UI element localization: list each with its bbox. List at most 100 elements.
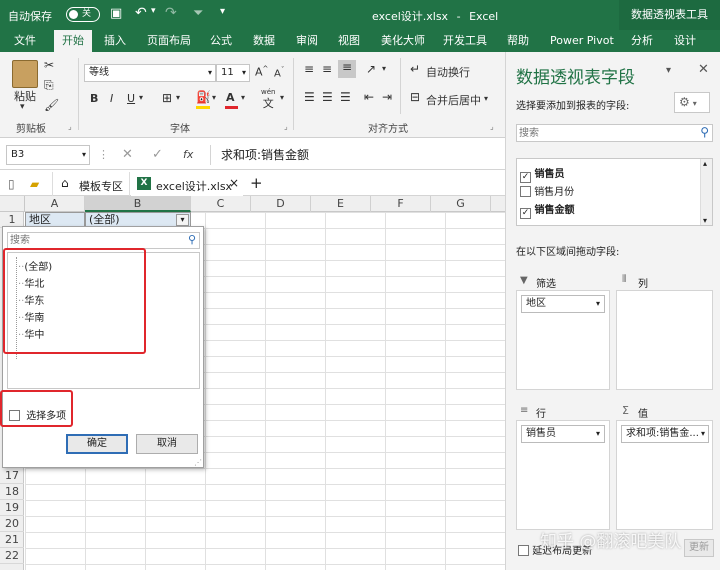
align-right-icon[interactable]: ☰ <box>340 90 351 104</box>
tab-view[interactable]: 视图 <box>338 30 360 52</box>
borders-dropdown-icon[interactable]: ▾ <box>176 93 180 102</box>
tab-data[interactable]: 数据 <box>253 30 275 52</box>
pane-options-dropdown-icon[interactable]: ▾ <box>666 65 671 76</box>
filter-drop-area[interactable]: 地区 ▾ <box>516 290 610 390</box>
pane-search-box[interactable]: ⚲ <box>516 124 713 142</box>
paste-button[interactable]: 粘贴 <box>14 88 36 104</box>
row-header[interactable]: 20 <box>0 516 24 532</box>
columns-drop-area[interactable] <box>616 290 713 390</box>
clipboard-launcher-icon[interactable]: ⌟ <box>68 122 72 131</box>
tab-power-pivot[interactable]: Power Pivot <box>550 30 614 52</box>
fill-color-dropdown-icon[interactable]: ▾ <box>212 93 216 102</box>
column-header[interactable]: C <box>191 196 251 212</box>
row-field-chip[interactable]: 销售员 ▾ <box>521 425 605 443</box>
tab-page-layout[interactable]: 页面布局 <box>147 30 191 52</box>
undo-icon[interactable]: ↶ <box>135 5 147 21</box>
merge-center-button[interactable]: 合并后居中 <box>426 92 481 108</box>
font-size-select[interactable]: 11 ▾ <box>216 64 250 82</box>
tab-beautify[interactable]: 美化大师 <box>381 30 425 52</box>
decrease-font-icon[interactable]: Aˇ <box>274 66 284 79</box>
wrap-text-button[interactable]: 自动换行 <box>426 64 470 80</box>
increase-indent-icon[interactable]: ⇥ <box>382 90 392 104</box>
filter-field-chip[interactable]: 地区 ▾ <box>521 295 605 313</box>
tab-developer[interactable]: 开发工具 <box>443 30 487 52</box>
phonetic-dropdown-icon[interactable]: ▾ <box>280 93 284 102</box>
cancel-entry-icon[interactable]: ✕ <box>122 147 133 162</box>
undo-dropdown-icon[interactable]: ▾ <box>151 6 156 16</box>
folder-icon[interactable]: ▰ <box>30 177 39 191</box>
field-checkbox[interactable]: ✓ <box>520 172 531 183</box>
pane-search-input[interactable] <box>519 127 689 140</box>
fill-color-icon[interactable]: ⛽ <box>196 90 211 104</box>
field-item[interactable]: ✓ 销售员 <box>520 165 564 183</box>
underline-icon[interactable]: U <box>127 92 135 105</box>
select-all-corner[interactable] <box>0 196 25 212</box>
tab-excel-file[interactable]: X excel设计.xlsx × <box>131 172 243 196</box>
increase-font-icon[interactable]: A^ <box>255 65 268 79</box>
column-header[interactable]: F <box>371 196 431 212</box>
field-checkbox[interactable]: ✓ <box>520 208 531 219</box>
add-tab-icon[interactable]: + <box>250 174 263 192</box>
tab-template-zone[interactable]: ⌂ 模板专区 <box>52 172 130 196</box>
formula-options-icon[interactable]: ⋮ <box>98 148 109 161</box>
column-header[interactable]: B <box>85 196 191 212</box>
field-item[interactable]: 销售月份 <box>520 183 574 198</box>
autosave-toggle[interactable]: 关 <box>66 7 100 22</box>
save-icon[interactable]: ▣ <box>110 6 122 21</box>
font-launcher-icon[interactable]: ⌟ <box>284 122 288 131</box>
column-header[interactable]: A <box>25 196 85 212</box>
font-color-icon[interactable]: A <box>226 91 235 104</box>
font-color-dropdown-icon[interactable]: ▾ <box>241 93 245 102</box>
resize-grip-icon[interactable]: ⋰ <box>194 458 202 467</box>
underline-dropdown-icon[interactable]: ▾ <box>139 93 143 102</box>
align-bottom-icon[interactable]: ≡ <box>338 60 356 78</box>
decrease-indent-icon[interactable]: ⇤ <box>364 90 374 104</box>
popup-search-box[interactable]: ⚲ <box>7 232 200 249</box>
row-header[interactable]: 19 <box>0 500 24 516</box>
tab-analyze[interactable]: 分析 <box>631 30 653 52</box>
font-name-select[interactable]: 等线 ▾ <box>84 64 216 82</box>
align-top-icon[interactable]: ≡ <box>304 62 314 76</box>
defer-update-checkbox[interactable] <box>518 545 529 556</box>
row-header[interactable]: 18 <box>0 484 24 500</box>
tab-insert[interactable]: 插入 <box>104 30 126 52</box>
scroll-up-icon[interactable]: ▴ <box>703 159 707 168</box>
copy-icon[interactable]: ⎘ <box>44 78 54 93</box>
field-item[interactable]: ✓ 销售金额 <box>520 201 574 219</box>
align-left-icon[interactable]: ☰ <box>304 90 315 104</box>
row-header[interactable]: 22 <box>0 548 24 564</box>
tab-help[interactable]: 帮助 <box>507 30 529 52</box>
format-painter-icon[interactable]: 🖌 <box>44 98 59 112</box>
align-middle-icon[interactable]: ≡ <box>322 62 332 76</box>
close-icon[interactable]: × <box>229 176 239 190</box>
customize-qat-icon[interactable]: ▾ <box>220 6 225 17</box>
italic-icon[interactable]: I <box>110 92 113 105</box>
column-header[interactable]: G <box>431 196 491 212</box>
tab-review[interactable]: 审阅 <box>296 30 318 52</box>
redo-icon[interactable]: ↷ <box>165 5 177 21</box>
value-field-chip[interactable]: 求和项:销售金... ▾ <box>621 425 709 443</box>
orientation-icon[interactable]: ↗ <box>366 62 376 76</box>
confirm-entry-icon[interactable]: ✓ <box>152 147 163 162</box>
scroll-down-icon[interactable]: ▾ <box>703 216 707 225</box>
field-list-scrollbar[interactable]: ▴ ▾ <box>700 159 712 225</box>
values-drop-area[interactable]: 求和项:销售金... ▾ <box>616 420 713 530</box>
filter-dropdown-icon[interactable]: ▾ <box>176 214 189 226</box>
bold-icon[interactable]: B <box>90 92 98 105</box>
merge-dropdown-icon[interactable]: ▾ <box>484 94 488 103</box>
tab-home[interactable]: 开始 <box>54 30 92 52</box>
insert-function-icon[interactable]: fx <box>183 148 193 161</box>
name-box[interactable]: B3 ▾ <box>6 145 90 165</box>
paste-dropdown-icon[interactable]: ▾ <box>20 102 25 112</box>
alignment-launcher-icon[interactable]: ⌟ <box>490 122 494 131</box>
column-header[interactable]: D <box>251 196 311 212</box>
popup-search-input[interactable] <box>10 234 180 247</box>
filter-icon[interactable]: ⏷ <box>193 6 203 21</box>
cut-icon[interactable]: ✂ <box>44 58 54 72</box>
phonetic-icon[interactable]: wén 文 <box>261 85 275 109</box>
new-doc-icon[interactable]: ▯ <box>8 177 15 191</box>
orientation-dropdown-icon[interactable]: ▾ <box>382 64 386 73</box>
tab-file[interactable]: 文件 <box>14 30 36 52</box>
cancel-button[interactable]: 取消 <box>136 434 198 454</box>
ok-button[interactable]: 确定 <box>66 434 128 454</box>
